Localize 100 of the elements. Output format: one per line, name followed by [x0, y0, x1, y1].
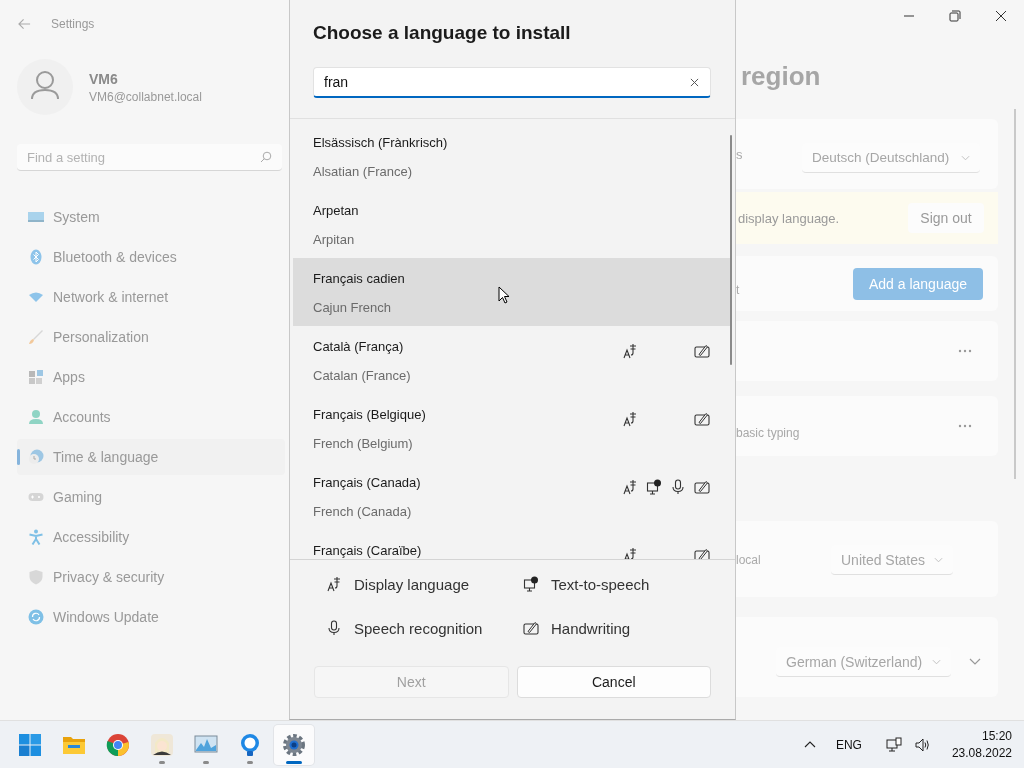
pen-pad-icon	[694, 547, 710, 559]
scrollbar[interactable]	[730, 135, 732, 365]
language-english-name: Cajun French	[313, 300, 393, 315]
clock-time: 15:20	[981, 729, 1012, 743]
translate-icon	[622, 343, 638, 359]
close-icon[interactable]	[995, 10, 1007, 22]
running-indicator	[159, 760, 165, 764]
scrollbar[interactable]	[1014, 109, 1016, 479]
chevron-up-icon[interactable]	[803, 741, 816, 748]
nav-item[interactable]: Network & internet	[17, 279, 285, 315]
more-icon[interactable]	[958, 424, 972, 428]
nav-item[interactable]: Gaming	[17, 479, 285, 515]
nav-item[interactable]: Windows Update	[17, 599, 285, 635]
input-language[interactable]: ENG	[835, 737, 862, 752]
language-name: Elsässisch (Frànkrisch)	[313, 135, 448, 150]
microphone-icon	[670, 479, 686, 495]
search-icon	[260, 151, 272, 163]
search-field[interactable]: Find a setting	[17, 144, 282, 171]
language-name: Français (Caraïbe)	[313, 543, 422, 558]
settings-icon[interactable]	[282, 732, 306, 757]
row-caption: basic typing	[736, 426, 800, 440]
nav-item[interactable]: Privacy & security	[17, 559, 285, 595]
legend-label: Text-to-speech	[551, 575, 650, 593]
translate-icon	[622, 479, 638, 495]
language-item[interactable]: Elsässisch (Frànkrisch) Alsatian (France)	[293, 122, 730, 190]
language-search-field[interactable]: fran	[313, 67, 711, 98]
apps-icon	[28, 369, 44, 385]
network-monitor-icon[interactable]	[885, 736, 902, 753]
pen-pad-icon	[694, 343, 710, 359]
lightbulb-icon[interactable]	[238, 732, 262, 757]
bluetooth-icon	[28, 249, 44, 265]
notice-text: display language.	[738, 210, 840, 226]
clock-date: 23.08.2022	[951, 746, 1012, 760]
legend-label: Speech recognition	[354, 619, 483, 637]
nav-item[interactable]: Accounts	[17, 399, 285, 435]
more-icon[interactable]	[958, 349, 972, 353]
language-english-name: Arpitan	[313, 232, 356, 247]
language-item[interactable]: Arpetan Arpitan	[293, 190, 730, 258]
monitor-icon	[28, 209, 44, 225]
row-label: local	[736, 553, 761, 567]
translate-icon	[622, 547, 638, 559]
language-english-name: French (Canada)	[313, 504, 413, 519]
volume-icon[interactable]	[913, 736, 930, 753]
clock-globe-icon	[28, 449, 44, 465]
nav-item[interactable]: Apps	[17, 359, 285, 395]
language-item[interactable]: Català (França) Catalan (France)	[293, 326, 730, 394]
user-email: VM6@collabnet.local	[89, 89, 202, 104]
app-title: Settings	[51, 17, 95, 31]
language-item[interactable]: Français (Belgique) French (Belgium)	[293, 394, 730, 462]
chevron-icon	[932, 658, 941, 665]
language-english-name: Alsatian (France)	[313, 164, 413, 179]
cursor-icon	[498, 286, 510, 304]
user-name: VM6	[89, 70, 119, 87]
sign-out-button[interactable]: Sign out	[908, 203, 984, 233]
expand-icon[interactable]	[969, 658, 981, 665]
language-name: Français (Canada)	[313, 475, 421, 490]
back-arrow-icon[interactable]	[18, 18, 31, 30]
app-figure-icon[interactable]	[150, 732, 174, 757]
running-indicator	[247, 760, 253, 764]
row-label: t	[736, 283, 740, 297]
language-name: Arpetan	[313, 203, 359, 218]
running-indicator	[286, 760, 302, 764]
language-name: Català (França)	[313, 339, 405, 354]
update-icon	[28, 609, 44, 625]
clear-icon[interactable]	[690, 78, 699, 87]
language-english-name: Catalan (France)	[313, 368, 411, 383]
pen-pad-icon	[694, 411, 710, 427]
dialog-button[interactable]: Cancel	[516, 666, 711, 698]
accessibility-figure-icon	[28, 529, 44, 545]
language-item[interactable]: Français (Caraïbe)	[293, 530, 730, 559]
monitor-speech-icon	[646, 479, 662, 495]
page-title: region	[741, 61, 822, 93]
nav-item[interactable]: Time & language	[17, 439, 285, 475]
chevron-icon	[961, 154, 970, 161]
translate-icon	[326, 576, 342, 592]
restore-icon[interactable]	[949, 10, 961, 22]
nav-item[interactable]: Bluetooth & devices	[17, 239, 285, 275]
pen-pad-icon	[523, 620, 539, 636]
clock[interactable]: 15:20 23.08.2022	[951, 729, 1012, 760]
shield-icon	[28, 569, 44, 585]
monitor-speech-icon	[523, 576, 539, 592]
legend-label: Display language	[354, 575, 470, 593]
brush-icon	[28, 329, 44, 345]
language-english-name: French (Belgium)	[313, 436, 414, 451]
language-name: Français cadien	[313, 271, 405, 286]
chevron-icon	[934, 556, 943, 563]
avatar-icon	[17, 59, 73, 115]
person-icon	[28, 409, 44, 425]
pen-pad-icon	[694, 479, 710, 495]
nav-item[interactable]: Accessibility	[17, 519, 285, 555]
language-item[interactable]: Français cadien Cajun French	[293, 258, 730, 326]
chrome-icon[interactable]	[106, 732, 130, 757]
nav-item[interactable]: System	[17, 199, 285, 235]
running-indicator	[203, 760, 209, 764]
start-icon[interactable]	[18, 732, 42, 757]
legend-label: Handwriting	[551, 619, 631, 637]
language-name: Français (Belgique)	[313, 407, 426, 422]
add-language-button[interactable]: Add a language	[853, 267, 983, 300]
nav-item[interactable]: Personalization	[17, 319, 285, 355]
language-item[interactable]: Français (Canada) French (Canada)	[293, 462, 730, 530]
